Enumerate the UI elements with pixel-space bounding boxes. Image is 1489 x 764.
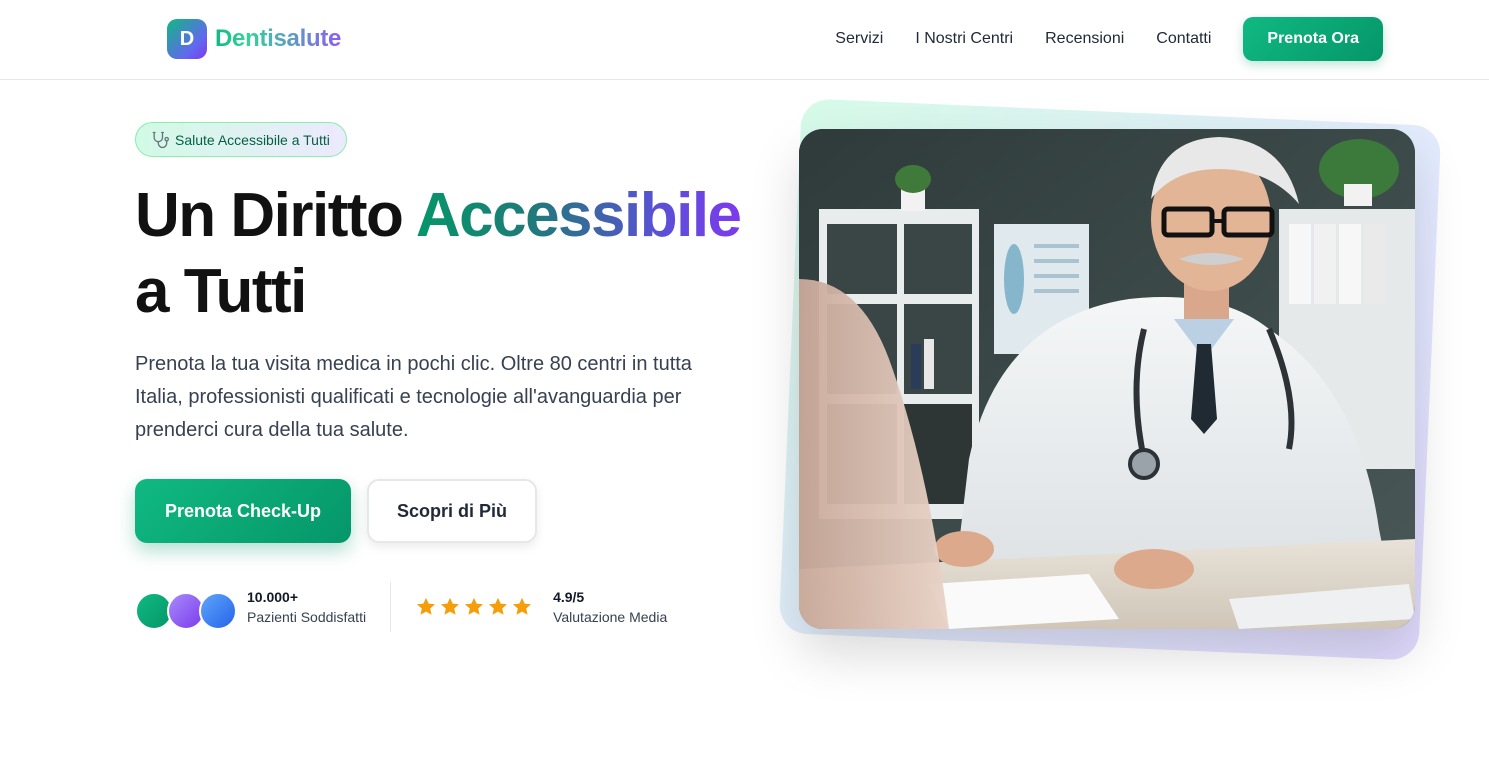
nav-link-servizi[interactable]: Servizi xyxy=(835,17,883,61)
hero-description: Prenota la tua visita medica in pochi cl… xyxy=(135,353,692,441)
rating-value: 4.9/5 xyxy=(553,589,585,605)
nav-links: Servizi I Nostri Centri Recensioni Conta… xyxy=(835,17,1383,61)
star-icon xyxy=(441,597,460,615)
book-now-button[interactable]: Prenota Ora xyxy=(1243,17,1383,61)
nav-link-recensioni[interactable]: Recensioni xyxy=(1045,17,1124,61)
hero-title: Un Diritto Accessibile a Tutti xyxy=(135,178,775,330)
doctor-illustration xyxy=(799,129,1415,629)
star-icon xyxy=(489,597,508,615)
stats-divider xyxy=(390,582,392,632)
hero-badge: Salute Accessibile a Tutti xyxy=(135,122,347,157)
logo[interactable]: D Dentisalute xyxy=(167,19,341,59)
doctor-photo xyxy=(799,129,1415,629)
logo-mark: D xyxy=(167,19,207,59)
patients-count: 10.000+ xyxy=(247,589,298,605)
hero-title-highlight: Accessibile xyxy=(415,181,742,250)
hero-image-wrapper xyxy=(778,98,1442,661)
book-checkup-button[interactable]: Prenota Check-Up xyxy=(135,479,351,543)
patients-stat: 10.000+ Pazienti Soddisfatti xyxy=(247,587,366,627)
rating-stars xyxy=(415,596,535,618)
rating-label: Valutazione Media xyxy=(553,609,668,625)
badge-label: Salute Accessibile a Tutti xyxy=(175,131,330,148)
avatar-group xyxy=(135,587,239,630)
navbar: D Dentisalute Servizi I Nostri Centri Re… xyxy=(0,0,1489,80)
star-icon xyxy=(417,597,436,615)
star-icon xyxy=(513,597,532,615)
hero-title-part2: a Tutti xyxy=(135,257,307,326)
rating-stat: 4.9/5 Valutazione Media xyxy=(553,587,667,627)
avatar xyxy=(199,592,237,630)
patients-label: Pazienti Soddisfatti xyxy=(247,609,367,625)
brand-name: Dentisalute xyxy=(215,25,342,52)
hero-stats: 10.000+ Pazienti Soddisfatti 4.9/5 Valut… xyxy=(135,582,667,632)
star-icon xyxy=(465,597,484,615)
stethoscope-icon xyxy=(152,131,169,148)
hero-title-part1: Un Diritto xyxy=(135,181,416,250)
learn-more-button[interactable]: Scopri di Più xyxy=(367,479,537,543)
nav-link-centri[interactable]: I Nostri Centri xyxy=(915,17,1013,61)
nav-link-contatti[interactable]: Contatti xyxy=(1156,17,1211,61)
